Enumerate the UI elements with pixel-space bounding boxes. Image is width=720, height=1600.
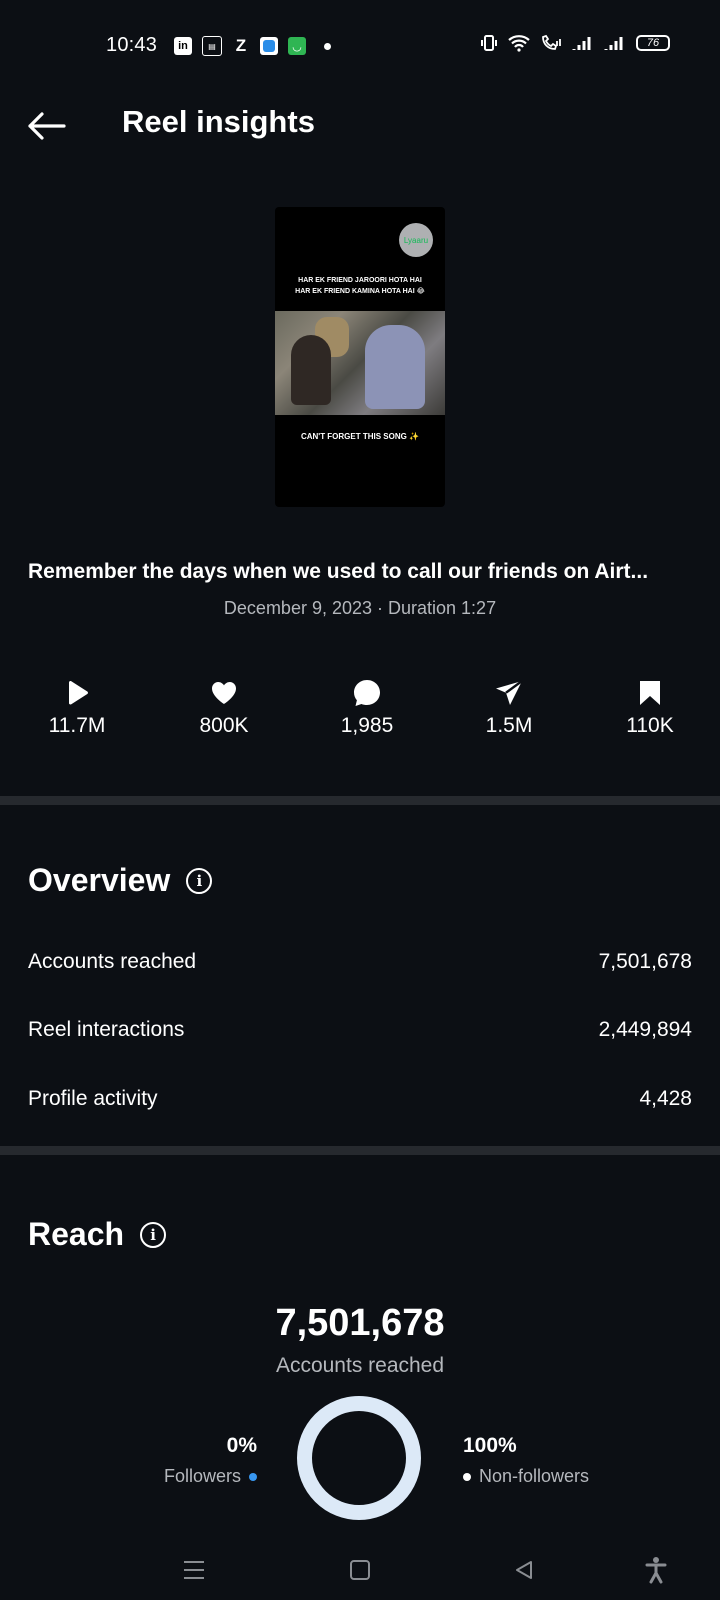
menu-icon (184, 1561, 204, 1579)
overview-label: Reel interactions (28, 1018, 185, 1041)
signal-icon-2 (604, 37, 623, 50)
linkedin-icon: in (174, 37, 192, 55)
overview-value: 7,501,678 (598, 950, 692, 973)
followers-percent: 0% (226, 1434, 257, 1457)
overview-label: Profile activity (28, 1087, 158, 1110)
plays-count: 11.7M (48, 714, 106, 737)
comment-icon (354, 680, 380, 706)
stat-plays: 11.7M (17, 676, 137, 738)
reach-subtitle: Accounts reached (275, 1354, 445, 1377)
shopping-icon: ◡ (288, 37, 306, 55)
followers-legend: Followers (164, 1466, 257, 1487)
accessibility-button[interactable] (636, 1552, 676, 1588)
arrow-left-icon (28, 112, 66, 140)
stat-comments: 1,985 (307, 676, 427, 738)
stat-saves: 110K (590, 676, 710, 738)
z-icon: Z (235, 36, 247, 55)
followers-label: Followers (163, 1466, 241, 1486)
reel-date-duration: December 9, 2023 · Duration 1:27 (223, 598, 497, 618)
vibrate-icon (481, 35, 497, 51)
news-icon: ▤ (202, 36, 222, 56)
status-notification-icons: in ▤ Z ◡ (174, 36, 331, 56)
non-followers-percent: 100% (463, 1434, 517, 1457)
page-title: Reel insights (122, 104, 315, 139)
app-icon (260, 37, 278, 55)
reach-donut-chart (297, 1396, 421, 1520)
triangle-back-icon (516, 1561, 532, 1579)
reel-thumbnail[interactable]: Lyaaru HAR EK FRIEND JAROORI HOTA HAI HA… (275, 207, 445, 507)
back-nav-button[interactable] (504, 1552, 544, 1588)
overview-row-reel-interactions[interactable]: Reel interactions 2,449,894 (28, 1018, 692, 1042)
followers-dot (249, 1472, 257, 1481)
reach-header: Reach i (28, 1216, 167, 1253)
section-divider (0, 796, 720, 805)
shares-count: 1.5M (485, 714, 533, 737)
overview-value: 4,428 (639, 1087, 692, 1110)
overview-label: Accounts reached (28, 950, 197, 973)
non-followers-dot (463, 1472, 471, 1481)
saves-count: 110K (626, 714, 674, 737)
more-notifications-dot (324, 42, 331, 50)
non-followers-label: Non-followers (479, 1466, 590, 1486)
thumbnail-caption-bottom: CAN'T FORGET THIS SONG ✨ (300, 432, 420, 441)
info-icon[interactable]: i (186, 867, 213, 894)
play-icon (69, 680, 88, 705)
bookmark-icon (640, 681, 660, 705)
overview-header: Overview i (28, 862, 213, 899)
battery-icon: 76 (636, 35, 670, 51)
info-icon[interactable]: i (140, 1221, 167, 1248)
wifi-icon (508, 35, 530, 52)
square-icon (350, 1560, 370, 1580)
overview-row-accounts-reached[interactable]: Accounts reached 7,501,678 (28, 950, 692, 974)
non-followers-legend: Non-followers (463, 1466, 589, 1487)
system-nav-bar (0, 1540, 720, 1600)
back-button[interactable] (24, 106, 68, 146)
reach-title: Reach (28, 1216, 125, 1252)
reel-stats: 11.7M 800K 1,985 1.5M 110K (0, 676, 720, 746)
stat-likes: 800K (164, 676, 284, 738)
thumbnail-photo (275, 311, 445, 415)
overview-value: 2,449,894 (598, 1018, 692, 1041)
overview-title: Overview (28, 862, 171, 898)
likes-count: 800K (199, 714, 249, 737)
comments-count: 1,985 (340, 714, 394, 737)
heart-icon (212, 682, 236, 704)
thumbnail-caption-top: HAR EK FRIEND JAROORI HOTA HAI HAR EK FR… (295, 277, 425, 295)
home-button[interactable] (340, 1552, 380, 1588)
menu-button[interactable] (174, 1552, 214, 1588)
wifi-call-icon (542, 34, 561, 50)
overview-row-profile-activity[interactable]: Profile activity 4,428 (28, 1087, 692, 1111)
signal-icon-1 (572, 37, 591, 50)
status-time: 10:43 (106, 34, 158, 56)
share-icon (496, 680, 523, 705)
section-divider (0, 1146, 720, 1155)
reach-total: 7,501,678 (275, 1302, 445, 1344)
accessibility-icon (645, 1557, 667, 1584)
status-system-icons: 76 (480, 34, 670, 52)
reel-caption: Remember the days when we used to call o… (28, 560, 649, 583)
channel-logo: Lyaaru (399, 223, 433, 257)
stat-shares: 1.5M (449, 676, 569, 738)
